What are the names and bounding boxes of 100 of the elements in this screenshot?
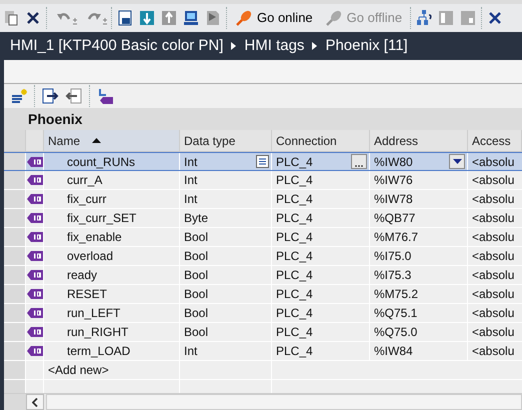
scrollbar-thumb[interactable] bbox=[46, 394, 522, 410]
tag-icon bbox=[26, 270, 42, 280]
table-row[interactable]: term_LOAD Int PLC_4 %IW84 <absolu bbox=[4, 342, 522, 361]
column-header[interactable]: Name bbox=[44, 130, 180, 151]
table-cell-text: Bool bbox=[184, 248, 208, 265]
table-cell: fix_curr bbox=[44, 190, 180, 208]
table-row[interactable]: fix_curr Int PLC_4 %IW78 <absolu bbox=[4, 190, 522, 209]
tag-icon bbox=[26, 327, 42, 337]
table-row[interactable]: run_RIGHT Bool PLC_4 %Q75.0 <absolu bbox=[4, 323, 522, 342]
table-row[interactable]: overload Bool PLC_4 %I75.0 <absolu bbox=[4, 247, 522, 266]
tag-icon bbox=[26, 289, 42, 299]
plug-icon bbox=[235, 9, 253, 27]
table-cell: fix_enable bbox=[44, 228, 180, 246]
tag-link-icon[interactable] bbox=[96, 87, 114, 105]
upload-icon[interactable] bbox=[160, 9, 178, 27]
table-row[interactable]: fix_curr_SET Byte PLC_4 %QB77 <absolu bbox=[4, 209, 522, 228]
table-cell-text: Int bbox=[184, 154, 198, 170]
table-cell-text: <absolu bbox=[471, 172, 516, 189]
ellipsis-icon bbox=[355, 164, 363, 168]
table-cell-text: %IW84 bbox=[374, 343, 413, 360]
table-cell: curr_A bbox=[44, 171, 180, 189]
panel-icon[interactable] bbox=[459, 9, 478, 27]
import-icon[interactable] bbox=[65, 87, 83, 105]
add-tag-icon[interactable] bbox=[10, 87, 28, 105]
table-cell-text: <absolu bbox=[471, 248, 516, 265]
table-cell: run_LEFT bbox=[44, 304, 180, 322]
table-cell-text: PLC_4 bbox=[276, 286, 313, 303]
scroll-left-button[interactable] bbox=[26, 394, 44, 410]
table-cell-text: %I75.0 bbox=[374, 248, 412, 265]
chevron-icon bbox=[312, 42, 318, 50]
table-cell-text: %IW78 bbox=[374, 191, 413, 208]
table-cell-text: %QB77 bbox=[374, 210, 416, 227]
plug-icon bbox=[324, 9, 343, 27]
table-row[interactable]: count_RUNs Int PLC_4 %IW80 <absolu bbox=[4, 152, 522, 171]
table-cell-text: %IW76 bbox=[374, 172, 413, 189]
hierarchy-icon[interactable] bbox=[415, 9, 434, 27]
tag-icon bbox=[26, 194, 42, 204]
table-cell-text: <absolu bbox=[471, 210, 516, 227]
table-cell: ready bbox=[44, 266, 180, 284]
table-cell-text: <absolu bbox=[471, 267, 516, 284]
table-cell-text: PLC_4 bbox=[276, 210, 313, 227]
table-cell-text: PLC_4 bbox=[276, 172, 313, 189]
table-cell-text: %M75.2 bbox=[374, 286, 418, 303]
table-cell-text: PLC_4 bbox=[276, 229, 313, 246]
table-cell: count_RUNs bbox=[44, 153, 180, 170]
go-online-button[interactable]: Go online bbox=[231, 6, 317, 30]
table-cell-text: <absolu bbox=[471, 286, 516, 303]
tag-icon bbox=[26, 251, 42, 261]
export-icon[interactable] bbox=[41, 87, 59, 105]
table-row[interactable]: curr_A Int PLC_4 %IW76 <absolu bbox=[4, 171, 522, 190]
breadcrumb-item[interactable]: HMI_1 [KTP400 Basic color PN] bbox=[10, 34, 224, 58]
sort-up-icon bbox=[92, 138, 102, 143]
table-cell-text: Bool bbox=[184, 305, 208, 322]
download-icon[interactable] bbox=[138, 9, 156, 27]
table-row[interactable]: run_LEFT Bool PLC_4 %Q75.1 <absolu bbox=[4, 304, 522, 323]
table-cell-text: <absolu bbox=[471, 191, 516, 208]
tag-icon bbox=[26, 175, 42, 185]
table-title: Phoenix bbox=[28, 110, 82, 128]
list-icon[interactable] bbox=[256, 155, 269, 168]
table-cell: RESET bbox=[44, 285, 180, 303]
caret-icon bbox=[452, 159, 462, 164]
table-cell: fix_curr_SET bbox=[44, 209, 180, 227]
table-cell: term_LOAD bbox=[44, 342, 180, 360]
table-cell-text: Bool bbox=[184, 286, 208, 303]
table-cell-text: PLC_4 bbox=[276, 154, 313, 170]
scrollbar-corner bbox=[4, 394, 26, 410]
table-cell-text: PLC_4 bbox=[276, 343, 313, 360]
table-cell-text: Bool bbox=[184, 324, 208, 341]
add-new-row[interactable]: <Add new> bbox=[44, 361, 109, 379]
table-cell-text: %IW80 bbox=[374, 154, 413, 170]
dropdown-button[interactable] bbox=[449, 154, 465, 169]
table-cell-text: %M76.7 bbox=[374, 229, 418, 246]
table-cell-text: PLC_4 bbox=[276, 191, 313, 208]
table-row[interactable]: RESET Bool PLC_4 %M75.2 <absolu bbox=[4, 285, 522, 304]
table-cell-text: %Q75.0 bbox=[374, 324, 418, 341]
table-cell-text: Byte bbox=[184, 210, 208, 227]
table-cell: run_RIGHT bbox=[44, 323, 180, 341]
breadcrumb-item[interactable]: HMI tags bbox=[244, 34, 304, 58]
table-cell-text: <absolu bbox=[471, 154, 516, 170]
window-icon[interactable] bbox=[116, 9, 134, 27]
table-cell-text: Int bbox=[184, 191, 198, 208]
table-cell-text: %I75.3 bbox=[374, 267, 412, 284]
tag-icon bbox=[26, 156, 42, 166]
table-cell-text: %Q75.1 bbox=[374, 305, 418, 322]
paste-icon[interactable] bbox=[2, 9, 20, 27]
chevron-left-icon bbox=[32, 398, 38, 406]
chevron-icon bbox=[231, 42, 236, 50]
browse-button[interactable] bbox=[351, 154, 367, 169]
table-cell-text: PLC_4 bbox=[276, 248, 313, 265]
table-cell-text: <absolu bbox=[471, 229, 516, 246]
table-row[interactable]: ready Bool PLC_4 %I75.3 <absolu bbox=[4, 266, 522, 285]
table-row[interactable]: fix_enable Bool PLC_4 %M76.7 <absolu bbox=[4, 228, 522, 247]
table-cell-text: <absolu bbox=[471, 305, 516, 322]
breadcrumb-item[interactable]: Phoenix [11] bbox=[325, 34, 408, 58]
runtime-icon[interactable] bbox=[204, 9, 222, 27]
table-cell-text: Int bbox=[184, 343, 198, 360]
monitor-icon[interactable] bbox=[182, 9, 200, 27]
table-cell-text: PLC_4 bbox=[276, 305, 313, 322]
table-cell: overload bbox=[44, 247, 180, 265]
table-cell-text: PLC_4 bbox=[276, 324, 313, 341]
